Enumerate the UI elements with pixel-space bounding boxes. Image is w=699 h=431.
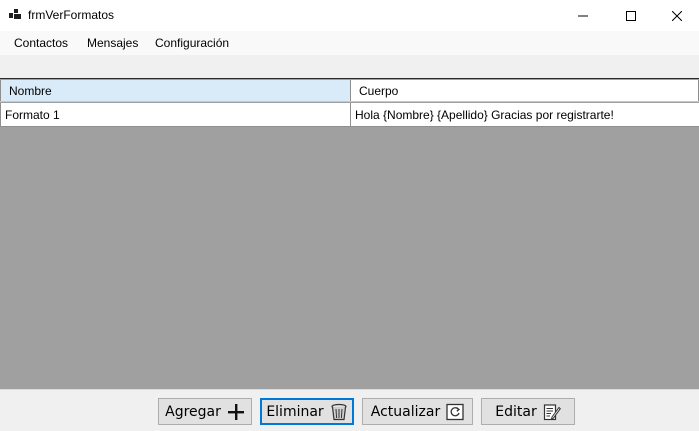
cell-nombre[interactable]: Formato 1: [0, 103, 351, 126]
maximize-button[interactable]: [608, 0, 654, 31]
grid-header: Nombre Cuerpo: [0, 80, 699, 102]
button-bar: Agregar Eliminar Actualizar Editar: [0, 389, 699, 431]
plus-icon: [227, 403, 244, 420]
edit-button[interactable]: Editar: [481, 398, 575, 425]
delete-button[interactable]: Eliminar: [260, 398, 354, 425]
column-header-cuerpo[interactable]: Cuerpo: [351, 80, 699, 101]
refresh-icon: [446, 403, 464, 420]
refresh-button[interactable]: Actualizar: [362, 398, 473, 425]
minimize-button[interactable]: [560, 0, 606, 31]
cell-cuerpo[interactable]: Hola {Nombre} {Apellido} Gracias por reg…: [351, 103, 699, 126]
menu-configuracion[interactable]: Configuración: [155, 36, 229, 50]
title-bar: frmVerFormatos: [0, 0, 699, 31]
toolbar-strip: [0, 55, 699, 78]
edit-button-label: Editar: [495, 403, 537, 420]
refresh-button-label: Actualizar: [370, 403, 441, 420]
menu-mensajes[interactable]: Mensajes: [87, 36, 138, 50]
menu-bar: Contactos Mensajes Configuración: [0, 31, 699, 55]
table-row[interactable]: Formato 1 Hola {Nombre} {Apellido} Graci…: [0, 103, 699, 127]
menu-contactos[interactable]: Contactos: [14, 36, 68, 50]
close-button[interactable]: [654, 0, 699, 31]
window-title: frmVerFormatos: [28, 8, 115, 22]
close-icon: [672, 10, 682, 21]
formats-grid[interactable]: Nombre Cuerpo Formato 1 Hola {Nombre} {A…: [0, 78, 699, 389]
edit-icon: [543, 403, 561, 420]
maximize-icon: [626, 10, 636, 21]
trash-icon: [331, 403, 347, 420]
delete-button-label: Eliminar: [266, 403, 324, 420]
add-button-label: Agregar: [165, 403, 221, 420]
add-button[interactable]: Agregar: [158, 398, 252, 425]
column-header-nombre[interactable]: Nombre: [0, 80, 351, 101]
minimize-icon: [578, 15, 588, 16]
app-icon: [9, 9, 21, 20]
